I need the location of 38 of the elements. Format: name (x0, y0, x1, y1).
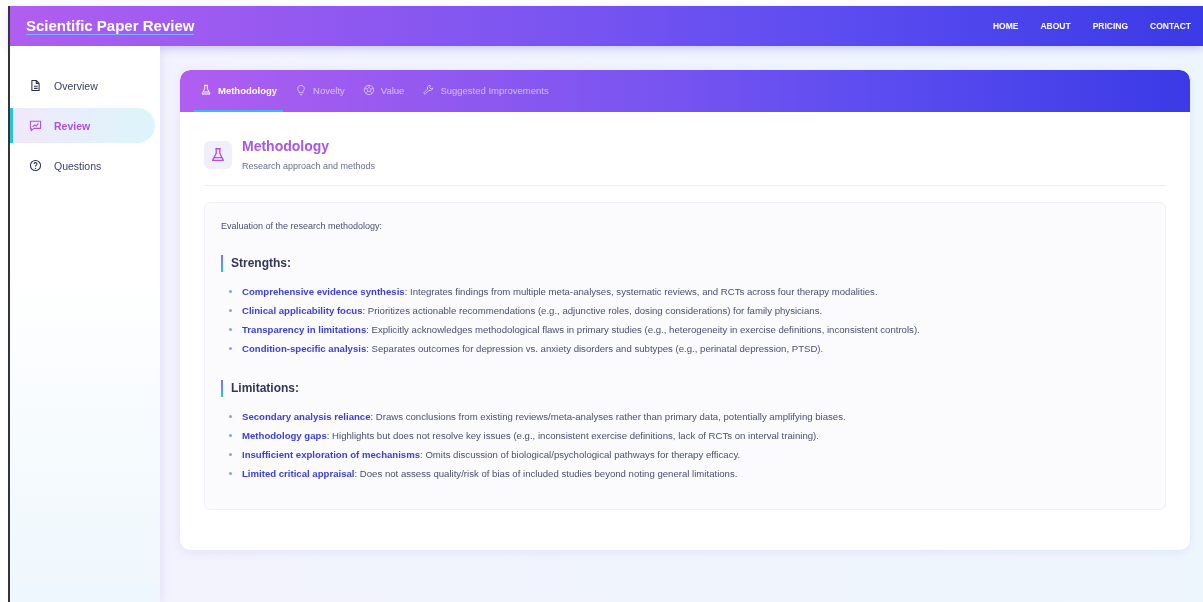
list-item: Insufficient exploration of mechanisms: Omits discussion of biological/psychological pathways for therapy efficacy. (242, 448, 741, 461)
lightbulb-icon (295, 84, 308, 96)
wrench-icon (422, 84, 435, 96)
list-item: Limited critical appraisal: Does not assess quality/risk of bias of included studies beyond noting general limitations. (242, 467, 738, 480)
list-item: Transparency in limitations: Explicitly acknowledges methodological flaws in primary studies (e.g., heterogeneity in exercise definitions, inconsistent controls). (242, 323, 920, 336)
intro-text: Evaluation of the research methodology: (221, 221, 384, 231)
nav-link[interactable]: PRICING (1092, 21, 1129, 31)
bullet-icon (229, 415, 232, 418)
ball-icon (362, 84, 375, 96)
document-icon (29, 79, 42, 92)
list-item: Methodology gaps: Highlights but does not resolve key issues (e.g., inconsistent exercise definitions, lack of RCTs on interval training). (242, 429, 819, 442)
help-icon (29, 159, 42, 172)
group-heading: Limitations: (221, 380, 1149, 397)
list-item: Secondary analysis reliance: Draws conclusions from existing reviews/meta-analyses rather than primary data, potentially amplifying biases. (242, 410, 846, 423)
group-heading: Strengths: (221, 255, 1149, 272)
sidebar-item[interactable]: Review (10, 108, 155, 143)
list-item: Comprehensive evidence synthesis: Integrates findings from multiple meta-analyses, systematic reviews, and RCTs across four therapy modalities. (242, 285, 878, 298)
bullet-icon (229, 472, 232, 475)
nav-link[interactable]: ABOUT (1040, 21, 1071, 31)
bullet-icon (229, 328, 232, 331)
bullet-icon (229, 453, 232, 456)
sidebar-item[interactable]: Overview (10, 68, 155, 103)
section-title: Methodology (242, 138, 331, 154)
bullet-icon (229, 434, 232, 437)
sidebar-item[interactable]: Questions (10, 148, 155, 183)
bullet-icon (229, 309, 232, 312)
flask-icon (210, 146, 226, 163)
list-item: Clinical applicability focus: Prioritizes actionable recommendations (e.g., adjunctive roles, dosing considerations) for family physicians. (242, 304, 823, 317)
nav-link[interactable]: HOME (992, 21, 1019, 31)
bullet-icon (229, 347, 232, 350)
flask-icon (200, 84, 212, 96)
tab[interactable]: Methodology (194, 70, 284, 112)
app-title: Scientific Paper Review (26, 17, 195, 35)
bullet-icon (229, 290, 232, 293)
section-subtitle: Research approach and methods (242, 161, 376, 171)
list-item: Condition-specific analysis: Separates outcomes for depression vs. anxiety disorders and subtypes (e.g., perinatal depression, PTSD). (242, 342, 824, 355)
chart-bubble-icon (29, 119, 42, 132)
nav-link[interactable]: CONTACT (1150, 21, 1191, 31)
